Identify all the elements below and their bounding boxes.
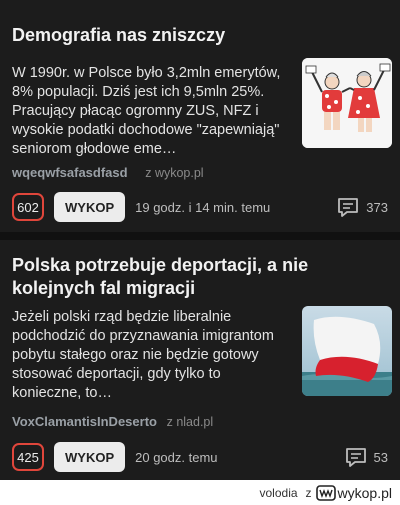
footer-credit: volodia z wykop.pl: [0, 480, 400, 505]
footer-brand: wykop.pl: [337, 484, 392, 501]
wykop-logo: wykop.pl: [315, 484, 392, 501]
comments-icon: [345, 448, 366, 467]
wykop-button[interactable]: WYKOP: [54, 192, 126, 222]
post-thumbnail[interactable]: [302, 58, 392, 148]
comments-link[interactable]: 53: [344, 446, 388, 468]
post-actions: 425 WYKOP 20 godz. temu 53: [12, 441, 388, 473]
wykop-button[interactable]: WYKOP: [54, 442, 126, 472]
post-title[interactable]: Polska potrzebuje deportacji, a nie kole…: [12, 254, 390, 300]
comments-count: 373: [366, 199, 388, 215]
post-card[interactable]: Demografia nas zniszczy W 1990r. w Polsc…: [0, 0, 400, 232]
comments-link[interactable]: 373: [336, 196, 388, 218]
post-title[interactable]: Demografia nas zniszczy: [12, 24, 390, 47]
post-card[interactable]: Polska potrzebuje deportacji, a nie kole…: [0, 240, 400, 480]
comments-icon: [338, 198, 359, 217]
post-author[interactable]: VoxClamantisInDeserto: [12, 414, 157, 429]
footer-z: z: [305, 485, 312, 500]
post-meta: wqeqwfsafasdfasd z wykop.pl: [12, 165, 204, 180]
post-time: 20 godz. temu: [135, 449, 218, 465]
post-excerpt[interactable]: Jeżeli polski rząd będzie liberalnie pod…: [12, 308, 292, 403]
post-meta: VoxClamantisInDeserto z nlad.pl: [12, 414, 213, 429]
comments-count: 53: [373, 449, 388, 465]
post-actions: 602 WYKOP 19 godz. i 14 min. temu 373: [12, 191, 388, 223]
post-author[interactable]: wqeqwfsafasdfasd: [12, 165, 128, 180]
post-source[interactable]: z wykop.pl: [145, 166, 203, 180]
footer-username: volodia: [259, 485, 298, 500]
post-excerpt[interactable]: W 1990r. w Polsce było 3,2mln emerytów, …: [12, 64, 292, 159]
polish-flag-sea-photo-icon: [302, 306, 392, 396]
wykop-logo-icon: [315, 484, 336, 501]
post-source[interactable]: z nlad.pl: [167, 415, 214, 429]
post-thumbnail[interactable]: [302, 306, 392, 396]
vote-count[interactable]: 425: [12, 443, 44, 471]
post-time: 19 godz. i 14 min. temu: [135, 199, 271, 215]
vote-count[interactable]: 602: [12, 193, 44, 221]
dancing-seniors-illustration-icon: [302, 58, 392, 148]
